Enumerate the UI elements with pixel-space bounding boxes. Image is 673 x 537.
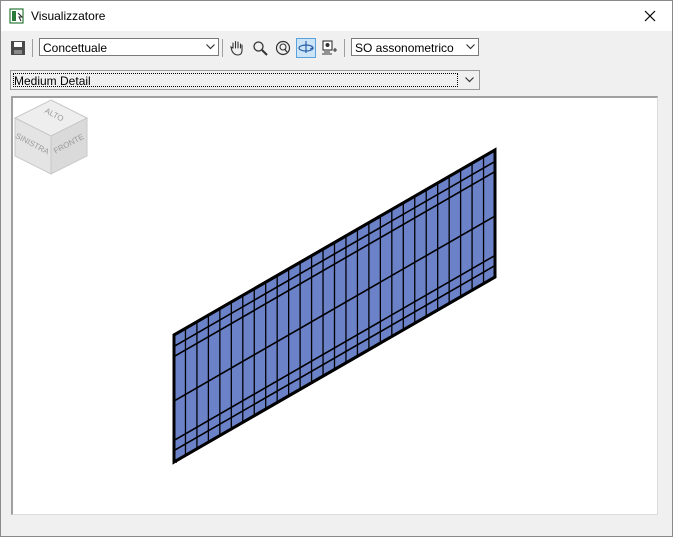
curtain-wall-model xyxy=(172,147,497,465)
chevron-down-icon xyxy=(461,73,477,87)
orbit-button[interactable] xyxy=(296,38,316,58)
zoom-button[interactable] xyxy=(250,38,270,58)
detail-level-value: Medium Detail xyxy=(14,74,91,88)
3d-viewport[interactable]: ALTO SINISTRA FRONTE xyxy=(11,96,658,515)
app-icon xyxy=(9,8,24,24)
pan-hand-icon xyxy=(230,40,243,56)
save-icon xyxy=(11,41,25,55)
title-bar: Visualizzatore xyxy=(1,1,672,31)
chevron-down-icon xyxy=(462,39,478,55)
orbit-icon xyxy=(298,41,314,53)
camera-icon xyxy=(322,40,337,55)
visual-style-value: Concettuale xyxy=(43,41,108,55)
toolbar-separator xyxy=(32,39,33,57)
view-select[interactable]: SO assonometrico xyxy=(351,38,479,56)
detail-level-select[interactable]: Medium Detail xyxy=(10,70,480,90)
zoom-fit-icon xyxy=(275,40,291,56)
close-icon xyxy=(644,10,656,22)
toolbar-separator xyxy=(222,39,223,57)
zoom-icon xyxy=(253,41,268,56)
camera-button[interactable] xyxy=(319,38,339,58)
zoom-fit-button[interactable] xyxy=(273,38,293,58)
save-button[interactable] xyxy=(8,38,28,58)
close-button[interactable] xyxy=(628,1,672,31)
view-value: SO assonometrico xyxy=(355,41,454,55)
visual-style-select[interactable]: Concettuale xyxy=(39,38,219,56)
toolbar-separator xyxy=(344,39,345,57)
window-title: Visualizzatore xyxy=(31,9,106,23)
viewcube[interactable]: ALTO SINISTRA FRONTE xyxy=(13,98,89,176)
pan-button[interactable] xyxy=(227,38,247,58)
chevron-down-icon xyxy=(202,39,218,55)
viewer-window: Visualizzatore Concettuale SO assonometr… xyxy=(0,0,673,537)
